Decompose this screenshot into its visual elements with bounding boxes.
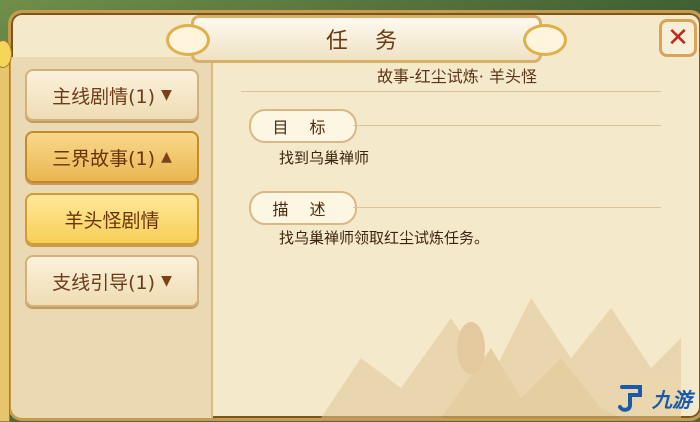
goal-label-tag: 目 标	[249, 109, 357, 143]
sidebar-item-main-story[interactable]: 主线剧情(1) ▼	[25, 69, 199, 121]
watermark-text: 九游	[652, 387, 692, 412]
goal-label: 目 标	[272, 118, 334, 137]
dialog-title: 任 务	[326, 29, 407, 54]
title-divider	[241, 91, 661, 92]
chevron-down-icon: ▼	[161, 273, 172, 289]
title-ornament-left	[166, 24, 210, 56]
story-title: 故事-红尘试炼· 羊头怪	[377, 67, 537, 86]
jiuyou-logo-icon	[618, 385, 642, 412]
sidebar-item-label: 三界故事(1)	[52, 147, 156, 170]
description-divider	[353, 207, 661, 208]
goal-divider	[353, 125, 661, 126]
scroll-rod-decoration	[0, 60, 10, 422]
title-ornament-right	[523, 24, 567, 56]
dialog-title-bar: 任 务	[166, 15, 567, 63]
quest-detail-panel: 故事-红尘试炼· 羊头怪 目 标 找到乌巢禅师 描 述 找乌巢禅师领取红尘试炼任…	[213, 57, 700, 418]
sidebar-item-side-guide[interactable]: 支线引导(1) ▼	[25, 255, 199, 307]
close-icon: ✕	[667, 23, 689, 53]
chevron-down-icon: ▼	[161, 87, 172, 103]
sidebar-item-three-realms-story[interactable]: 三界故事(1) ▲	[25, 131, 199, 183]
sidebar-item-label: 主线剧情(1)	[52, 85, 156, 108]
goal-text: 找到乌巢禅师	[279, 149, 370, 167]
description-label: 描 述	[272, 200, 334, 219]
chevron-up-icon: ▲	[161, 149, 172, 165]
task-dialog: 任 务 ✕ 主线剧情(1) ▼ 三界故事(1) ▲ 羊头怪剧情 支线引导(1) …	[8, 10, 700, 421]
jiuyou-watermark: 九游	[614, 381, 692, 415]
sidebar-item-goat-demon-story[interactable]: 羊头怪剧情	[25, 193, 199, 245]
sidebar-item-label: 羊头怪剧情	[64, 209, 160, 232]
quest-category-sidebar: 主线剧情(1) ▼ 三界故事(1) ▲ 羊头怪剧情 支线引导(1) ▼	[11, 57, 213, 418]
sidebar-item-label: 支线引导(1)	[52, 271, 156, 294]
description-label-tag: 描 述	[249, 191, 357, 225]
close-button[interactable]: ✕	[659, 19, 697, 57]
